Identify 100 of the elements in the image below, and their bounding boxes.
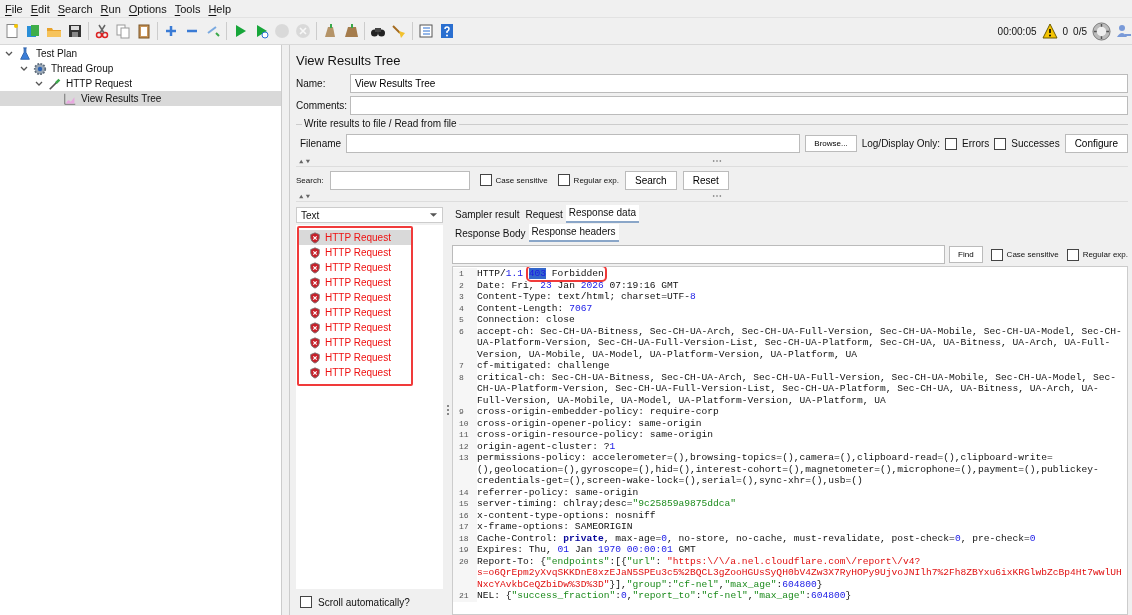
copy-icon[interactable] [115,23,131,39]
list-icon[interactable] [418,23,434,39]
code-line: server-timing: chlray;desc="9c25859a9875ddca" [477,498,738,510]
circle-arrows-icon[interactable] [1092,21,1111,41]
checkbox[interactable] [945,137,958,150]
find-button[interactable]: Find [949,246,983,263]
menu-item[interactable]: Options [125,2,172,15]
menu-item[interactable]: Run [97,2,126,15]
checkbox-label: Regular exp. [573,175,619,185]
collapse-arrows-icon[interactable] [298,159,312,164]
checkbox-label: Case sensitive [1006,250,1059,259]
result-item[interactable]: HTTP Request [299,365,411,380]
tree-item-label: View Results Tree [81,93,162,104]
menu-item[interactable]: File [2,2,28,15]
filename-label: Filename [300,138,342,149]
tab[interactable]: Sampler result [452,207,523,223]
elapsed-time: 00:00:05 [997,25,1037,37]
tree-item-label: Test Plan [36,48,78,59]
error-shield-icon [309,306,321,319]
search-button[interactable]: Search [624,170,677,190]
result-item[interactable]: HTTP Request [299,260,411,275]
result-item[interactable]: HTTP Request [299,305,411,320]
code-line: HTTP/1.1 403 Forbidden [477,268,1127,280]
filename-field[interactable] [346,134,801,153]
plus-icon[interactable] [163,23,179,39]
checkbox-label: Errors [962,138,990,149]
tab[interactable]: Response data [565,205,639,223]
find-field[interactable] [452,245,946,264]
configure-button[interactable]: Configure [1064,134,1128,153]
menu-item[interactable]: Search [54,2,98,15]
group-legend: Write results to file / Read from file [302,118,459,129]
panel-title: View Results Tree [296,52,402,70]
line-number: 5 [453,314,477,326]
tree-item[interactable]: Test Plan [0,46,281,61]
error-shield-icon [309,336,321,349]
checkbox[interactable] [557,174,570,186]
result-item[interactable]: HTTP Request [299,290,411,305]
code-line: NEL: {"success_fraction":0,"report_to":"cf-nel","max_age":604800} [477,590,853,602]
tree-item-label: HTTP Request [66,78,132,89]
collapse-arrows-icon[interactable] [298,194,312,199]
tree-item[interactable]: View Results Tree [0,91,281,106]
browse-button[interactable]: Browse... [805,135,857,152]
grip-icon[interactable] [712,159,722,163]
result-item[interactable]: HTTP Request [299,335,411,350]
error-shield-icon [309,321,321,334]
tab[interactable]: Response headers [528,224,619,242]
line-number: 3 [453,291,477,303]
comments-label: Comments: [296,98,344,113]
error-shield-icon [309,291,321,304]
result-item[interactable]: HTTP Request [299,245,411,260]
tab[interactable]: Request [522,207,566,223]
name-label: Name: [296,76,327,91]
code-line: Content-Type: text/html; charset=UTF-8 [477,291,697,303]
checkbox-label: Case sensitive [495,175,548,185]
result-item[interactable]: HTTP Request [299,350,411,365]
scissors-icon[interactable] [94,23,110,39]
new-file-icon[interactable] [4,23,20,39]
line-number: 21 [453,590,477,602]
grip-icon[interactable] [712,194,722,198]
search-field[interactable] [329,170,470,190]
menu-item[interactable]: Edit [27,2,55,15]
result-item[interactable]: HTTP Request [299,320,411,335]
name-field[interactable]: View Results Tree [350,74,1128,93]
tab[interactable]: Response Body [452,226,529,242]
line-number: 20 [453,555,477,590]
renderer-dropdown[interactable]: Text [296,207,443,223]
menu-item[interactable]: Help [205,2,237,15]
code-line: Report-To: {"endpoints":[{"url": "https:\/\/a.nel.cloudflare.com\/report\/v4?s=o6QrEpm2yXvqSKKDnE8xzEJaN5SPEu3c5%2BQCL3gZooHGUsSyQH0bV4Zw3X7RyHOPy9UjvoJNIlh7%2Fh8ZBYxu6ixKRGlwbZcBp4Ht7wwlUHNxcYAvkbCeQZbiDw%3D%3D"}],"group":"cf-nel","max_age":604800} [477,555,1123,590]
error-shield-icon [309,231,321,244]
menu-item[interactable]: Tools [171,2,206,15]
checkbox[interactable] [990,248,1003,261]
result-item[interactable]: HTTP Request [299,275,411,290]
tree-item[interactable]: HTTP Request [0,76,281,91]
save-icon[interactable] [67,23,83,39]
error-shield-icon [309,351,321,364]
checkbox-label: Scroll automatically? [318,596,410,608]
comments-field[interactable] [350,96,1128,115]
code-line: cf-mitigated: challenge [477,360,611,372]
line-number: 7 [453,360,477,372]
code-line: cross-origin-resource-policy: same-origin [477,429,715,441]
network-icon[interactable] [1116,23,1132,39]
clipboard-icon[interactable] [136,23,152,39]
warning-icon[interactable] [1041,23,1058,39]
thread-count: 0/5 [1073,25,1087,37]
help-icon[interactable] [439,23,455,39]
code-line: Content-Length: 7067 [477,302,594,314]
checkbox[interactable] [994,137,1007,150]
warning-count: 0 [1062,25,1069,37]
log-display-label: Log/Display Only: [861,138,941,149]
checkbox[interactable] [479,174,492,186]
search-button[interactable]: Reset [682,170,729,190]
checkbox[interactable] [1066,248,1079,261]
flask-icon [18,46,32,61]
line-number: 9 [453,406,477,418]
grip-icon[interactable] [445,403,450,416]
checkbox[interactable] [300,596,312,608]
graph-icon [63,91,77,106]
tree-item[interactable]: Thread Group [0,61,281,76]
line-number: 13 [453,452,477,487]
templates-icon[interactable] [25,23,41,39]
